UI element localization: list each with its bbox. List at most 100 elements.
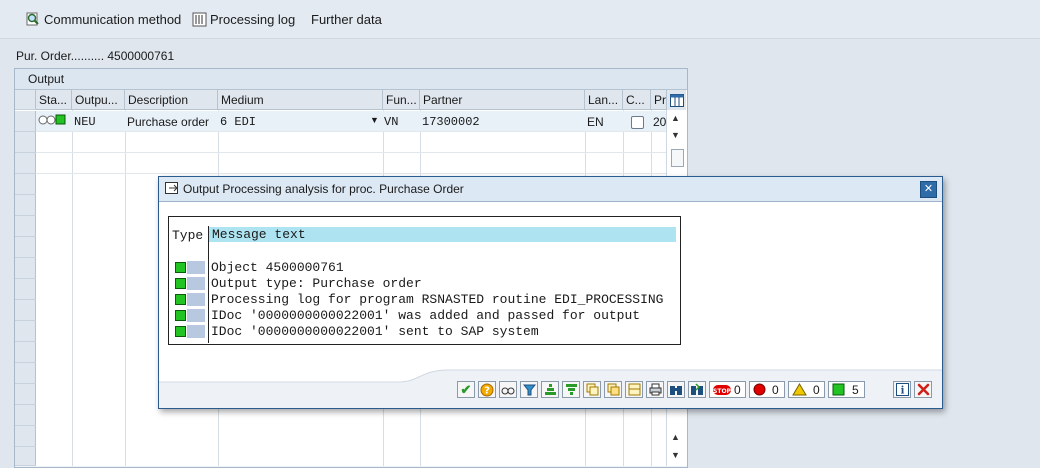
message-type-cell <box>171 260 205 275</box>
message-list: Type Message text Object 4500000761 Outp… <box>168 216 681 345</box>
column-header-language[interactable]: Lan... <box>585 90 623 110</box>
type-column-header: Type <box>169 226 209 244</box>
message-text: IDoc '0000000000022001' sent to SAP syst… <box>211 324 539 339</box>
grid-line <box>36 131 666 132</box>
purchase-order-label: Pur. Order.......... <box>16 49 105 63</box>
output-type-cell[interactable]: NEU <box>74 115 96 129</box>
row-separator <box>15 383 36 384</box>
layout-button[interactable] <box>625 381 643 398</box>
collapse-all-button[interactable] <box>604 381 622 398</box>
column-header-output-type[interactable]: Outpu... <box>72 90 125 110</box>
info-button[interactable]: i <box>893 381 911 398</box>
success-status-icon <box>175 310 186 321</box>
sort-descending-button[interactable] <box>562 381 580 398</box>
message-text: Processing log for program RSNASTED rout… <box>211 292 664 307</box>
communication-method-label: Communication method <box>44 11 182 27</box>
column-header-function[interactable]: Fun... <box>383 90 420 110</box>
success-status-icon <box>175 278 186 289</box>
select-all-cell[interactable] <box>15 90 36 110</box>
success-count-button[interactable]: 5 <box>828 381 865 398</box>
column-header-description[interactable]: Description <box>125 90 218 110</box>
description-cell: Purchase order <box>127 115 210 129</box>
binoculars-next-icon <box>691 383 703 395</box>
column-header-status[interactable]: Sta... <box>36 90 72 110</box>
message-row[interactable]: Output type: Purchase order <box>169 276 680 292</box>
stop-count-button[interactable]: STOP 0 <box>709 381 746 398</box>
message-row[interactable]: IDoc '0000000000022001' was added and pa… <box>169 308 680 324</box>
help-button[interactable]: ? <box>478 381 496 398</box>
scroll-down-arrow-icon[interactable]: ▼ <box>671 450 680 460</box>
expand-icon <box>586 383 598 396</box>
scroll-down-arrow-icon[interactable]: ▼ <box>671 130 680 140</box>
success-status-icon <box>175 326 186 337</box>
sort-ascending-button[interactable] <box>541 381 559 398</box>
expand-all-button[interactable] <box>583 381 601 398</box>
communication-method-button[interactable]: Communication method <box>25 9 181 29</box>
detail-button[interactable] <box>499 381 517 398</box>
message-type-cell <box>171 308 205 323</box>
checkmark-icon: ✔ <box>460 381 472 397</box>
message-text: IDoc '0000000000022001' was added and pa… <box>211 308 641 323</box>
message-row[interactable]: Processing log for program RSNASTED rout… <box>169 292 680 308</box>
success-status-icon <box>175 262 186 273</box>
error-count: 0 <box>772 382 779 397</box>
continue-button[interactable]: ✔ <box>457 381 475 398</box>
layout-icon <box>628 383 640 396</box>
message-text: Object 4500000761 <box>211 260 344 275</box>
column-header-changeable[interactable]: C... <box>623 90 651 110</box>
purchase-order-number: 4500000761 <box>107 49 175 63</box>
find-button[interactable] <box>667 381 685 398</box>
function-cell[interactable]: VN <box>384 115 398 129</box>
find-next-button[interactable] <box>688 381 706 398</box>
dialog-title-bar[interactable]: Output Processing analysis for proc. Pur… <box>159 177 942 202</box>
row-separator <box>15 341 36 342</box>
success-icon <box>832 383 845 396</box>
type-header-label: Type <box>172 228 204 243</box>
message-row[interactable]: Object 4500000761 <box>169 260 680 276</box>
row-selector-column[interactable] <box>15 111 36 466</box>
changeable-checkbox[interactable] <box>631 116 644 129</box>
print-button[interactable] <box>646 381 664 398</box>
message-header-label: Message text <box>212 227 306 242</box>
column-header-partner[interactable]: Partner <box>420 90 585 110</box>
row-separator <box>15 194 36 195</box>
cancel-button[interactable] <box>914 381 932 398</box>
message-type-cell <box>171 276 205 291</box>
grid-line <box>72 110 73 466</box>
medium-dropdown-icon[interactable]: ▼ <box>370 115 379 125</box>
row-separator <box>15 236 36 237</box>
magnifier-document-icon <box>25 11 41 27</box>
close-icon[interactable]: ✕ <box>920 181 937 198</box>
glasses-icon <box>501 387 515 395</box>
row-separator <box>15 215 36 216</box>
sort-descending-icon <box>565 384 577 395</box>
row-separator <box>15 320 36 321</box>
warning-count-button[interactable]: 0 <box>788 381 825 398</box>
error-count-button[interactable]: 0 <box>749 381 785 398</box>
output-panel-header: Output <box>15 69 687 90</box>
message-row[interactable]: IDoc '0000000000022001' sent to SAP syst… <box>169 324 680 340</box>
scroll-up-arrow-icon[interactable]: ▲ <box>671 432 680 442</box>
further-data-button[interactable]: Further data <box>311 9 382 29</box>
filter-button[interactable] <box>520 381 538 398</box>
column-header-processing[interactable]: Pr <box>651 90 667 110</box>
scroll-up-arrow-icon[interactable]: ▲ <box>671 113 680 123</box>
message-type-cell <box>171 324 205 339</box>
medium-cell[interactable]: 6 EDI <box>220 115 256 129</box>
column-header-medium[interactable]: Medium <box>218 90 383 110</box>
dialog-window-icon <box>165 182 179 198</box>
warning-count: 0 <box>813 382 820 397</box>
processing-log-button[interactable]: Processing log <box>192 9 295 29</box>
application-toolbar: Communication method Processing log Furt… <box>0 0 1040 39</box>
stop-count: 0 <box>734 382 741 397</box>
further-data-label: Further data <box>311 11 382 27</box>
scroll-thumb[interactable] <box>671 149 684 167</box>
info-icon: i <box>895 383 909 396</box>
message-type-cell <box>171 292 205 307</box>
column-settings-icon[interactable] <box>667 90 686 111</box>
row-separator <box>15 173 36 174</box>
row-separator <box>15 425 36 426</box>
partner-cell[interactable]: 17300002 <box>422 115 480 129</box>
language-cell[interactable]: EN <box>587 115 604 129</box>
sort-ascending-icon <box>544 384 556 395</box>
